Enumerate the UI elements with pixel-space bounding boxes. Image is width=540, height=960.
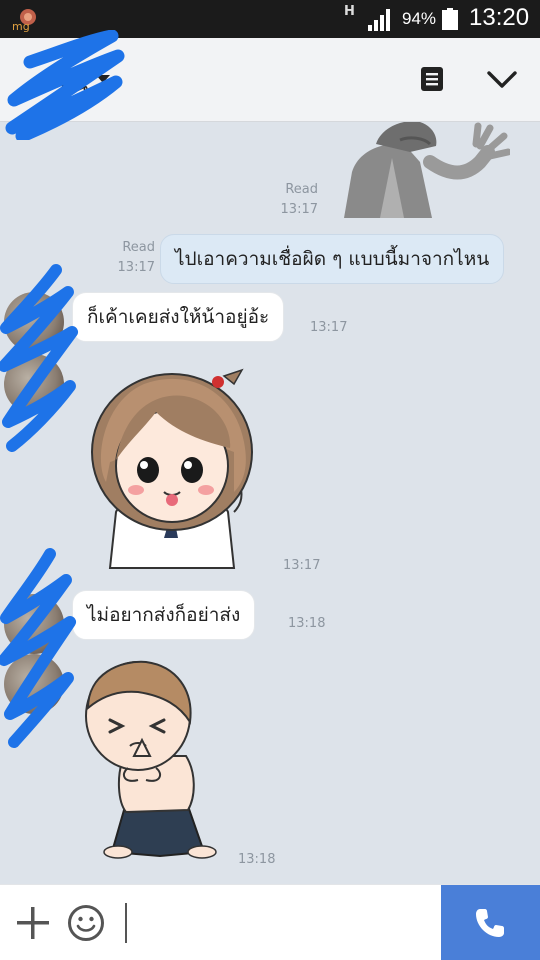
message-meta: Read 13:17 xyxy=(113,238,155,278)
battery-icon xyxy=(442,8,458,30)
avatar[interactable] xyxy=(4,594,64,654)
status-bar: mg H 94% 13:20 xyxy=(0,0,540,38)
message-time: 13:18 xyxy=(238,852,276,867)
message-input[interactable] xyxy=(125,903,425,943)
battery-percent: 94% xyxy=(402,9,437,28)
read-receipt: Read xyxy=(122,240,155,255)
message-time: 13:17 xyxy=(117,260,155,275)
avatar[interactable] xyxy=(4,292,64,352)
emoji-icon[interactable] xyxy=(67,904,105,942)
sticker-boy-kneeling-begging[interactable] xyxy=(80,656,220,862)
signal-icon xyxy=(368,9,390,31)
network-type: H xyxy=(344,4,355,19)
message-time: 13:18 xyxy=(288,616,326,631)
sticker-man-covering-face[interactable] xyxy=(340,122,510,218)
their-message-bubble[interactable]: ไม่อยากส่งก็อย่าส่ง xyxy=(72,590,256,640)
app-notification-icon: mg xyxy=(12,9,36,32)
chat-area[interactable]: Read 13:17 Read 13:17 ไปเอาความเชื่อผิด … xyxy=(0,122,540,884)
plus-icon[interactable] xyxy=(15,905,51,941)
clock: 13:20 xyxy=(469,4,530,31)
avatar[interactable] xyxy=(4,354,64,414)
read-receipt: Read xyxy=(285,182,318,197)
chevron-down-icon[interactable] xyxy=(486,70,518,90)
my-message-bubble[interactable]: ไปเอาความเชื่อผิด ๆ แบบนี้มาจากไหน xyxy=(160,234,505,284)
message-time: 13:17 xyxy=(310,320,348,335)
phone-icon xyxy=(476,909,504,937)
dropdown-caret-icon[interactable] xyxy=(96,75,110,83)
message-time: 13:17 xyxy=(280,202,318,217)
message-time: 13:17 xyxy=(283,558,321,573)
contact-name[interactable]: นั้น xyxy=(58,66,88,101)
menu-icon[interactable] xyxy=(420,66,444,92)
svg-text:mg: mg xyxy=(12,20,30,32)
their-message-bubble[interactable]: ก็เค้าเคยส่งให้น้าอยู่อ้ะ xyxy=(72,292,285,342)
avatar[interactable] xyxy=(4,654,64,714)
message-meta: Read 13:17 xyxy=(276,180,318,220)
chat-header: นั้น xyxy=(0,38,540,122)
input-bar xyxy=(0,884,540,960)
sticker-girl-sticking-tongue-out[interactable] xyxy=(84,362,260,572)
call-button[interactable] xyxy=(441,885,540,960)
